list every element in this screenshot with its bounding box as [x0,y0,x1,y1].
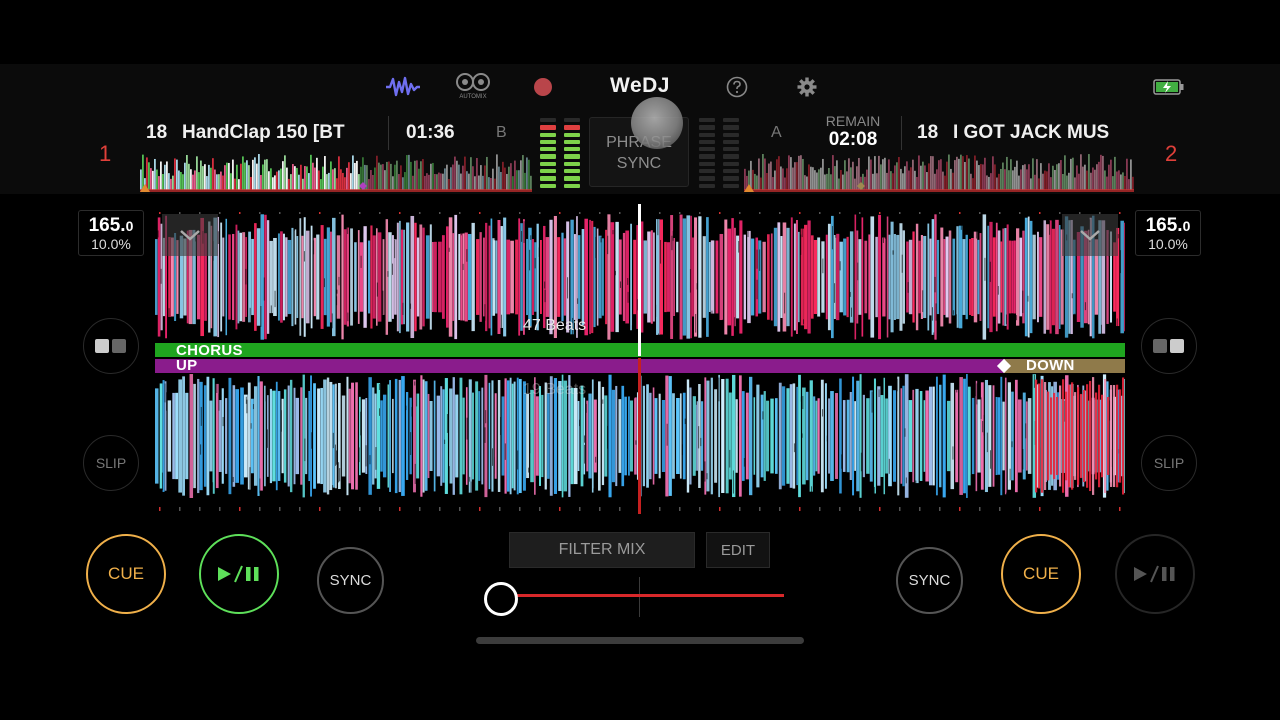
deck2-bpm-value: 165. [1145,215,1183,236]
loop-toggle-icon [95,339,126,353]
help-icon[interactable] [726,76,748,98]
deck1-collapse-button[interactable] [162,214,218,256]
deck1-sync-button[interactable]: SYNC [317,547,384,614]
deck1-overview-waveform[interactable] [140,152,532,192]
phrase-sync-line2: SYNC [616,155,662,172]
deck1-time: 01:36 [406,122,455,143]
crossfader-knob[interactable] [484,582,518,616]
deck2-number: 2 [1165,141,1178,166]
deck1-slip-button[interactable]: SLIP [83,435,139,491]
deck2-collapse-button[interactable] [1062,214,1118,256]
deck2-beats-countdown: 19 Beats [523,381,587,398]
deck2-playhead [638,358,641,514]
deck2-level-meter [699,118,715,188]
deck2-loop-toggle[interactable] [1141,318,1197,374]
deck1-level-meter-right [564,118,580,188]
settings-icon[interactable] [796,76,818,98]
deck2-sync-button[interactable]: SYNC [896,547,963,614]
battery-icon [1152,77,1186,97]
deck1-pitch: 10.0% [91,236,131,252]
chevron-down-icon [1080,230,1100,241]
chevron-down-icon [180,230,200,241]
app-logo: WeDJ [610,74,670,97]
deck1-playhead [638,204,641,356]
deck2-time: 02:08 [828,129,878,150]
crossfader-center-mark [639,577,640,617]
deck2-divider [901,116,902,150]
deck2-pitch: 10.0% [1148,236,1188,252]
play-pause-icon [218,565,259,583]
deck1-number: 1 [99,141,112,166]
deck1-track-title[interactable]: HandClap 150 [BT [182,122,362,146]
deck2-phrase-label-up: UP [176,357,198,374]
edit-button[interactable]: EDIT [706,532,770,568]
deck1-bpm-display[interactable]: 165.0 10.0% [78,210,144,256]
home-indicator [476,637,804,644]
deck1-loop-toggle[interactable] [83,318,139,374]
deck2-track-number: 18 [917,122,939,143]
deck2-cue-button[interactable]: CUE [1001,534,1081,614]
record-icon[interactable] [532,76,554,98]
deck2-remain-label: REMAIN [825,113,881,129]
deck2-level-meter-right [723,118,739,188]
loop-toggle-icon [1153,339,1184,353]
deck2-slip-button[interactable]: SLIP [1141,435,1197,491]
deck2-track-title[interactable]: I GOT JACK MUS [953,122,1130,146]
deck2-bpm-display[interactable]: 165.0 10.0% [1135,210,1201,256]
deck1-bpm-decimal: 0 [125,218,134,234]
deck2-letter: A [771,124,782,141]
deck2-overview-waveform[interactable] [744,152,1134,192]
crossfader-track[interactable] [500,594,784,597]
deck2-play-pause-button[interactable] [1115,534,1195,614]
automix-label: AUTOMIX [459,94,487,100]
touch-indicator [631,97,683,149]
waveform-icon[interactable] [384,74,422,100]
deck1-level-meter [540,118,556,188]
automix-icon[interactable] [454,72,492,92]
deck1-letter: B [496,124,507,141]
deck1-track-number: 18 [146,122,168,143]
play-pause-icon [1134,565,1175,583]
deck2-phrase-label-down: DOWN [1026,357,1075,374]
deck1-play-pause-button[interactable] [199,534,279,614]
filter-mix-button[interactable]: FILTER MIX [509,532,695,568]
deck1-cue-button[interactable]: CUE [86,534,166,614]
deck1-divider [388,116,389,150]
deck1-bpm-value: 165. [88,215,126,236]
deck1-beats-countdown: 47 Beats [523,317,587,334]
deck2-bpm-decimal: 0 [1182,218,1191,234]
